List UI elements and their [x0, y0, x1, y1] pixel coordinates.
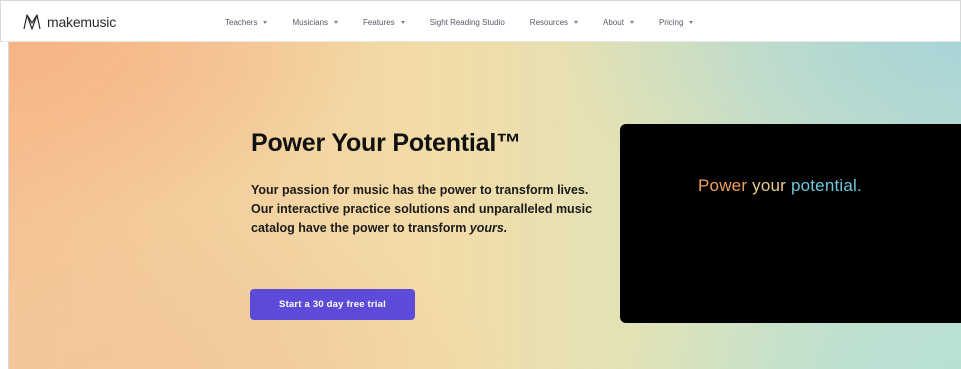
nav-item-label: Pricing — [658, 17, 684, 27]
nav-item-musicians[interactable]: Musicians — [292, 17, 339, 27]
page: makemusic Teachers Musicians Features Si… — [0, 0, 961, 369]
chevron-down-icon — [574, 20, 579, 24]
tagline-word-power: Power — [698, 176, 748, 195]
chevron-down-icon — [400, 20, 405, 24]
hero-body: Your passion for music has the power to … — [251, 181, 611, 238]
chevron-down-icon — [334, 20, 339, 24]
nav-item-label: About — [603, 17, 624, 27]
site-header: makemusic Teachers Musicians Features Si… — [0, 0, 961, 42]
nav-item-teachers[interactable]: Teachers — [225, 17, 268, 27]
nav-item-label: Resources — [529, 17, 569, 27]
hero-body-text: Your passion for music has the power to … — [251, 183, 593, 235]
nav-item-label: Teachers — [225, 17, 258, 27]
nav-item-label: Musicians — [292, 17, 329, 27]
nav-item-pricing[interactable]: Pricing — [658, 17, 694, 27]
hero-body-emphasis: yours. — [469, 221, 508, 235]
tagline-word-your: your — [752, 176, 786, 195]
video-tagline: Power your potential. — [698, 176, 862, 196]
tagline-word-potential: potential. — [790, 176, 862, 195]
chevron-down-icon — [263, 20, 268, 24]
nav-item-features[interactable]: Features — [363, 18, 405, 27]
nav-item-label: Sight Reading Studio — [429, 17, 505, 27]
brand-name: makemusic — [47, 14, 116, 30]
makemusic-logo-icon — [23, 14, 41, 30]
chevron-down-icon — [689, 20, 694, 24]
free-trial-button[interactable]: Start a 30 day free trial — [250, 289, 415, 320]
nav-item-about[interactable]: About — [603, 18, 634, 27]
site-logo[interactable]: makemusic — [23, 11, 116, 33]
hero-title: Power Your Potential™ — [251, 129, 521, 157]
hero-video[interactable]: Power your potential. — [620, 124, 961, 323]
chevron-down-icon — [629, 20, 634, 24]
main-nav: Teachers Musicians Features Sight Readin… — [225, 1, 718, 43]
page-left-margin — [0, 42, 9, 369]
nav-item-sight-reading-studio[interactable]: Sight Reading Studio — [430, 18, 505, 27]
nav-item-label: Features — [363, 17, 395, 27]
nav-item-resources[interactable]: Resources — [529, 17, 579, 27]
